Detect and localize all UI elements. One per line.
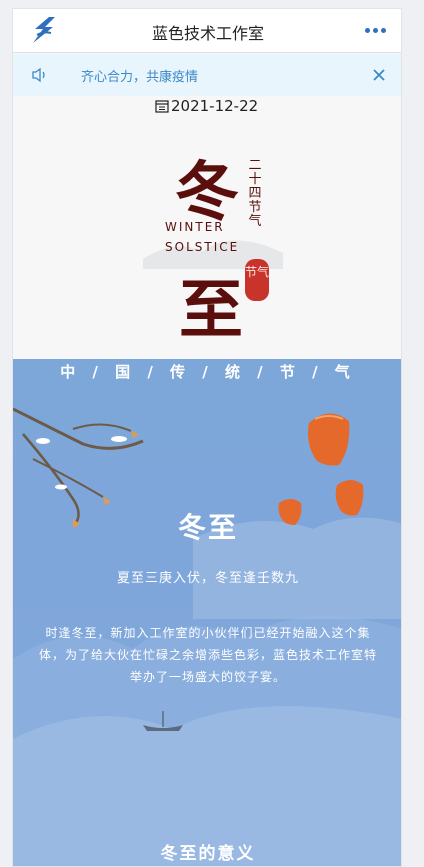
festival-heading: 中 / 国 / 传 / 统 / 节 / 气 <box>60 363 356 381</box>
calendar-icon <box>155 100 169 113</box>
more-dots-icon[interactable] <box>365 20 387 40</box>
hero-char-bottom: 至 <box>179 273 243 348</box>
date-display: 2021-12-22 <box>155 97 258 115</box>
hero-english-line2: SOLSTICE <box>165 240 240 254</box>
close-icon[interactable] <box>369 65 389 85</box>
festival-scene: 中 / 国 / 传 / 统 / 节 / 气 冬至 夏至三庚入伏，冬至逢壬数九 时… <box>13 359 401 866</box>
landscape-illustration <box>13 407 401 866</box>
notice-bar: 齐心合力，共康疫情 <box>13 54 401 96</box>
phone-frame: 蓝色技术工作室 齐心合力，共康疫情 2021-12-22 冬 二十四节气 WIN… <box>12 8 402 867</box>
intro-paragraph: 时逢冬至，新加入工作室的小伙伴们已经开始融入这个集体，为了给大伙在忙碌之余增添些… <box>39 626 378 684</box>
date-text: 2021-12-22 <box>171 97 259 115</box>
notice-text: 齐心合力，共康疫情 <box>81 70 199 85</box>
hero-english-line1: WINTER <box>165 220 225 234</box>
next-section-title: 冬至的意义 <box>160 844 256 864</box>
hero-banner: 冬 二十四节气 WINTER SOLSTICE 节气 至 <box>13 119 401 359</box>
speaker-icon <box>32 67 45 83</box>
poem-line: 夏至三庚入伏，冬至逢壬数九 <box>116 571 299 586</box>
top-bar: 蓝色技术工作室 <box>13 9 401 53</box>
page-title: 蓝色技术工作室 <box>151 24 264 43</box>
seal-stamp: 节气 <box>245 259 269 301</box>
section-title: 冬至 <box>177 511 238 544</box>
hero-vertical-text: 二十四节气 <box>248 158 262 229</box>
